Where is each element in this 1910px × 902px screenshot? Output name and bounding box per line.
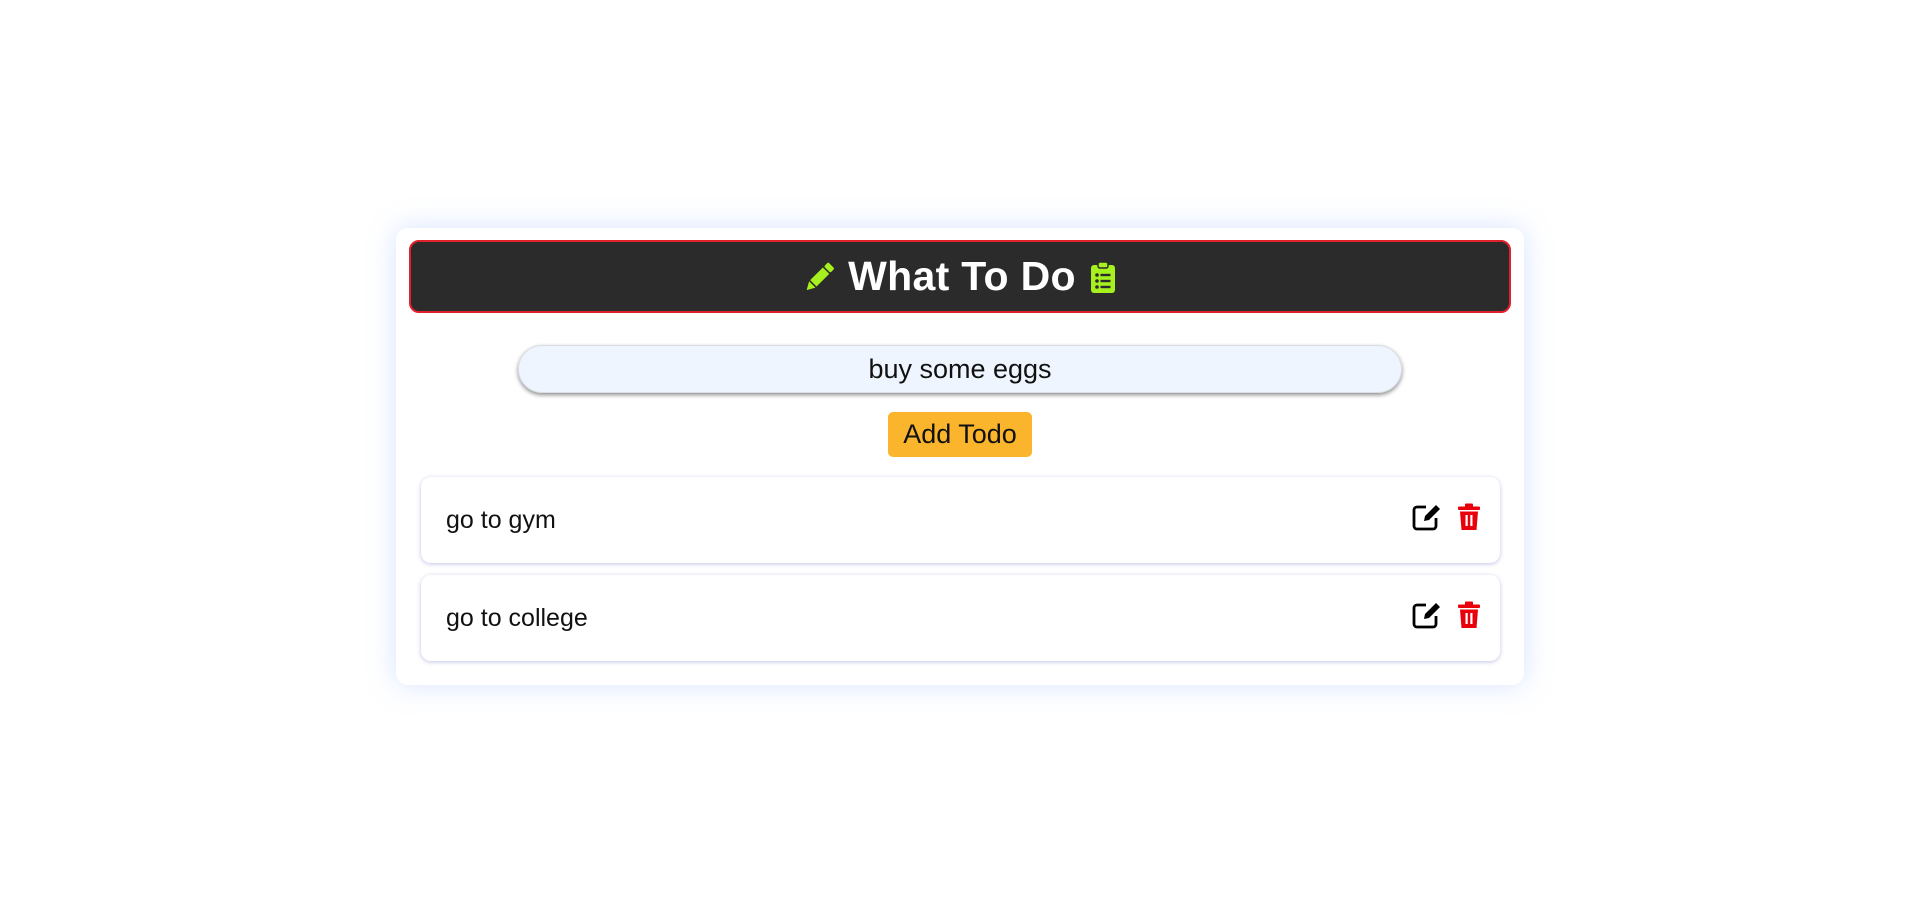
trash-icon[interactable] bbox=[1454, 502, 1484, 532]
todo-item: go to gym bbox=[421, 477, 1500, 563]
todo-card: What To Do Add Todo go to gym bbox=[396, 228, 1524, 685]
trash-icon[interactable] bbox=[1454, 600, 1484, 630]
todo-list: go to gym go to college bbox=[421, 477, 1500, 673]
edit-icon[interactable] bbox=[1412, 600, 1442, 630]
todo-input[interactable] bbox=[518, 345, 1402, 393]
clipboard-list-icon bbox=[1090, 260, 1116, 293]
todo-actions bbox=[1412, 600, 1484, 630]
todo-item: go to college bbox=[421, 575, 1500, 661]
todo-actions bbox=[1412, 502, 1484, 532]
todo-text: go to college bbox=[446, 603, 588, 632]
todo-text: go to gym bbox=[446, 505, 556, 534]
app-title: What To Do bbox=[848, 253, 1076, 299]
edit-icon[interactable] bbox=[1412, 502, 1442, 532]
app-header: What To Do bbox=[409, 240, 1511, 313]
pencil-icon bbox=[804, 260, 835, 294]
add-todo-button[interactable]: Add Todo bbox=[888, 412, 1032, 457]
